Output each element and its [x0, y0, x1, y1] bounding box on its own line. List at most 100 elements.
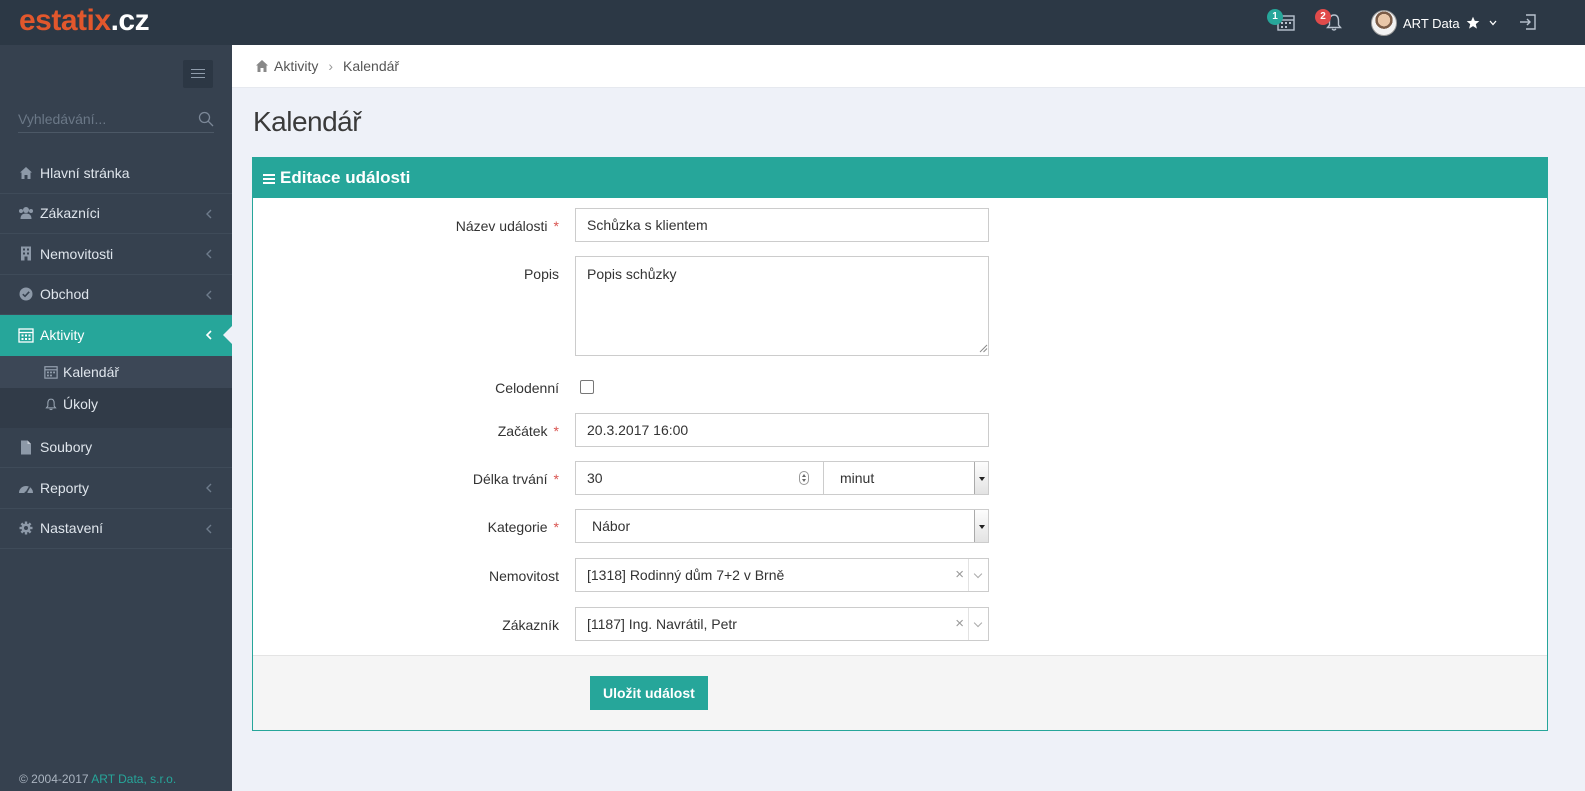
chevron-down-icon[interactable] [968, 608, 988, 640]
chevron-left-icon [206, 290, 212, 299]
company-link[interactable]: ART Data, s.r.o. [91, 772, 176, 786]
duration-value: 30 [587, 470, 603, 486]
chevron-left-icon [206, 209, 212, 218]
sidebar-item-label: Aktivity [40, 327, 85, 344]
top-bar: estatix.cz 1 2 ART Data [0, 0, 1585, 45]
chevron-left-icon [206, 524, 212, 533]
breadcrumb-parent[interactable]: Aktivity [274, 58, 318, 74]
start-label: Začátek * [259, 423, 559, 439]
users-icon [18, 205, 34, 221]
number-spinner-icon[interactable] [799, 471, 809, 485]
sidebar-nav: Hlavní stránka Zákazníci Nemovitosti Obc… [0, 153, 233, 549]
allday-checkbox[interactable] [580, 380, 594, 394]
search-icon[interactable] [198, 111, 214, 127]
property-value: [1318] Rodinný dům 7+2 v Brně [587, 567, 785, 583]
calendar-icon [18, 327, 34, 343]
sidebar-submenu-activities: Kalendář Úkoly [0, 355, 232, 428]
sidebar-item-business[interactable]: Obchod [0, 275, 232, 315]
customer-select[interactable]: [1187] Ing. Navrátil, Petr × [575, 607, 989, 641]
sidebar-subitem-calendar[interactable]: Kalendář [0, 355, 232, 388]
dropdown-arrow-icon[interactable] [974, 510, 988, 542]
category-label: Kategorie * [259, 519, 559, 535]
breadcrumb: Aktivity › Kalendář [232, 45, 1585, 88]
property-label: Nemovitost [488, 568, 559, 584]
brand-name: estatix [19, 4, 111, 37]
start-datetime-input[interactable]: 20.3.2017 16:00 [575, 413, 989, 447]
category-value: Nábor [592, 518, 631, 534]
field-row-property: Nemovitost [1318] Rodinný dům 7+2 v Brně… [253, 558, 1547, 592]
clear-icon[interactable]: × [955, 608, 964, 640]
customer-label: Zákazník [502, 617, 559, 633]
brand-logo[interactable]: estatix.cz [19, 4, 150, 38]
sidebar-item-files[interactable]: Soubory [0, 428, 232, 468]
dashboard-icon [18, 480, 34, 496]
duration-unit-select[interactable]: minut [823, 461, 989, 495]
field-row-category: Kategorie * Nábor [253, 509, 1547, 543]
sidebar-search [18, 107, 214, 133]
field-row-customer: Zákazník [1187] Ing. Navrátil, Petr × [253, 607, 1547, 641]
sidebar-item-label: Nastavení [40, 520, 104, 537]
check-circle-icon [18, 286, 34, 302]
chevron-down-icon [1489, 20, 1497, 26]
property-select[interactable]: [1318] Rodinný dům 7+2 v Brně × [575, 558, 989, 592]
sidebar-item-reports[interactable]: Reporty [0, 468, 232, 509]
avatar [1371, 10, 1397, 36]
page-title: Kalendář [253, 106, 362, 137]
notification-badge: 2 [1315, 9, 1331, 25]
calendar-icon [44, 365, 58, 379]
sidebar-item-home[interactable]: Hlavní stránka [0, 153, 232, 194]
clear-icon[interactable]: × [955, 559, 964, 591]
sidebar: Hlavní stránka Zákazníci Nemovitosti Obc… [0, 45, 233, 791]
panel-footer: Uložit událost [253, 655, 1547, 730]
gear-icon [18, 520, 34, 536]
breadcrumb-current: Kalendář [343, 58, 400, 74]
customer-value: [1187] Ing. Navrátil, Petr [587, 616, 737, 632]
sidebar-toggle-button[interactable] [183, 60, 213, 88]
menu-icon [263, 173, 275, 184]
description-label: Popis [523, 266, 559, 282]
save-event-button[interactable]: Uložit událost [590, 676, 708, 710]
sidebar-item-activities[interactable]: Aktivity [0, 315, 233, 356]
notifications-button[interactable]: 2 [1315, 9, 1346, 34]
sidebar-item-label: Hlavní stránka [40, 164, 130, 181]
duration-number-input[interactable]: 30 [575, 461, 824, 495]
category-select[interactable]: Nábor [575, 509, 989, 543]
logout-button[interactable] [1518, 12, 1540, 34]
calendar-notifications-button[interactable]: 1 [1267, 9, 1298, 34]
panel-title: Editace události [280, 168, 411, 187]
file-icon [18, 439, 34, 455]
sidebar-item-label: Nemovitosti [40, 245, 114, 262]
user-menu[interactable]: ART Data [1371, 10, 1498, 36]
building-icon [18, 246, 34, 262]
user-name: ART Data [1403, 15, 1460, 31]
sidebar-item-properties[interactable]: Nemovitosti [0, 234, 232, 275]
allday-label: Celodenní [495, 380, 559, 396]
duration-label: Délka trvání * [259, 471, 559, 487]
resize-handle-icon[interactable] [979, 344, 988, 353]
required-mark: * [553, 519, 559, 535]
home-icon [18, 165, 34, 181]
required-mark: * [553, 218, 559, 234]
search-input[interactable] [18, 107, 188, 131]
home-icon [256, 60, 268, 72]
duration-unit-value: minut [840, 470, 875, 486]
footer-copyright: © 2004-2017 ART Data, s.r.o. [19, 772, 176, 786]
sidebar-item-customers[interactable]: Zákazníci [0, 194, 232, 234]
bell-icon [44, 397, 58, 411]
panel-header: Editace události [253, 158, 1547, 198]
logout-icon [1520, 14, 1536, 30]
dropdown-arrow-icon[interactable] [974, 462, 988, 494]
chevron-down-icon[interactable] [968, 559, 988, 591]
sidebar-item-settings[interactable]: Nastavení [0, 509, 232, 549]
sidebar-subitem-tasks[interactable]: Úkoly [0, 388, 232, 420]
chevron-left-icon [205, 330, 212, 340]
calendar-badge: 1 [1267, 9, 1283, 25]
start-label-text: Začátek [497, 423, 548, 439]
event-name-input[interactable]: Schůzka s klientem [575, 208, 989, 242]
sidebar-item-label: Reporty [40, 479, 90, 496]
sidebar-item-label: Obchod [40, 286, 90, 303]
chevron-left-icon [206, 249, 212, 259]
duration-label-text: Délka trvání [472, 471, 548, 487]
description-textarea[interactable]: Popis schůzky [575, 256, 989, 356]
required-mark: * [553, 471, 559, 487]
